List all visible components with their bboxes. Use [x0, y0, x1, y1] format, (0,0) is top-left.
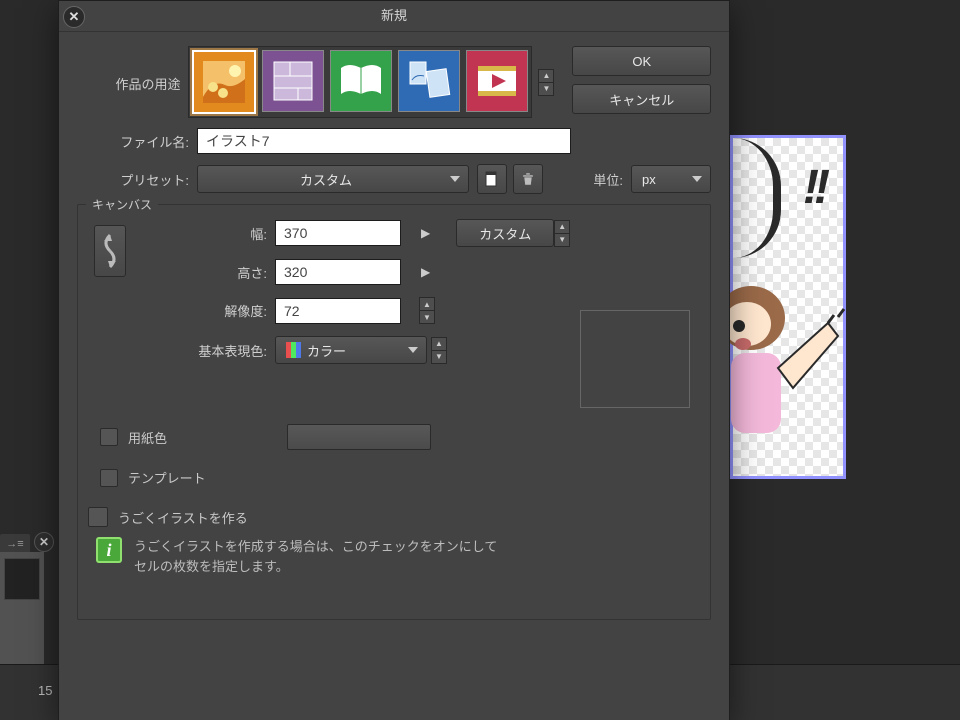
purpose-icon-book[interactable]	[330, 50, 392, 112]
chevron-down-icon	[692, 176, 702, 182]
template-label: テンプレート	[128, 468, 206, 487]
unit-value: px	[642, 172, 656, 187]
resolution-input[interactable]	[275, 298, 401, 324]
dialog-titlebar: ✕ 新規	[59, 1, 729, 32]
canvas-section-title: キャンバス	[86, 196, 158, 213]
width-swap-arrow[interactable]: ▶	[421, 226, 430, 240]
background-illustration: !!	[730, 135, 846, 479]
trash-icon	[520, 171, 536, 187]
preset-delete-button[interactable]	[513, 164, 543, 194]
purpose-scroll-spinner: ▲ ▼	[538, 69, 554, 96]
purpose-scroll-up[interactable]: ▲	[538, 69, 554, 83]
bg-character	[723, 278, 853, 478]
swap-arrows-icon	[100, 233, 120, 269]
bg-curve	[733, 138, 781, 258]
basecolor-value: カラー	[307, 341, 346, 360]
ok-button[interactable]: OK	[572, 46, 711, 76]
width-label: 幅:	[132, 224, 275, 243]
paper-color-checkbox[interactable]	[100, 428, 118, 446]
preset-dropdown[interactable]: カスタム	[197, 165, 469, 193]
width-input[interactable]	[275, 220, 401, 246]
moving-illustration-hint: うごくイラストを作成する場合は、このチェックをオンにして セルの枚数を指定します…	[134, 537, 497, 576]
basecolor-dropdown[interactable]: カラー	[275, 336, 427, 364]
unit-dropdown[interactable]: px	[631, 165, 711, 193]
height-label: 高さ:	[132, 263, 275, 282]
moving-illustration-label: うごくイラストを作る	[118, 508, 248, 527]
basecolor-down[interactable]: ▼	[431, 351, 447, 364]
purpose-label: 作品の用途	[77, 46, 188, 93]
preset-value: カスタム	[300, 170, 352, 189]
purpose-icon-comic[interactable]	[262, 50, 324, 112]
chevron-down-icon	[408, 347, 418, 353]
height-swap-arrow[interactable]: ▶	[421, 265, 430, 279]
height-input[interactable]	[275, 259, 401, 285]
filename-label: ファイル名:	[77, 132, 197, 151]
basecolor-label: 基本表現色:	[132, 341, 275, 360]
purpose-icon-list	[188, 46, 532, 118]
page-icon	[484, 171, 500, 187]
size-preset-up[interactable]: ▲	[554, 220, 570, 234]
dialog-title: 新規	[381, 8, 407, 23]
preset-register-button[interactable]	[477, 164, 507, 194]
size-preset-down[interactable]: ▼	[554, 234, 570, 247]
dialog-close-button[interactable]: ✕	[63, 6, 85, 28]
left-panel	[0, 552, 44, 664]
basecolor-up[interactable]: ▲	[431, 337, 447, 351]
left-panel-tab[interactable]: →≡	[0, 534, 30, 554]
left-panel-close-button[interactable]: ✕	[34, 532, 54, 552]
unit-label: 単位:	[593, 170, 631, 189]
new-document-dialog: ✕ 新規 作品の用途	[58, 0, 730, 720]
size-preset-value: カスタム	[479, 224, 531, 243]
color-swatch-icon	[286, 342, 301, 358]
resolution-up[interactable]: ▲	[419, 297, 435, 311]
purpose-icon-photo[interactable]	[398, 50, 460, 112]
left-panel-thumbnail[interactable]	[4, 558, 40, 600]
orientation-swap-button[interactable]	[94, 225, 126, 277]
purpose-icon-illustration[interactable]	[192, 50, 256, 114]
canvas-preview	[580, 310, 690, 408]
template-checkbox[interactable]	[100, 469, 118, 487]
cancel-button[interactable]: キャンセル	[572, 84, 711, 114]
paper-color-label: 用紙色	[128, 428, 167, 447]
size-preset-dropdown[interactable]: カスタム	[456, 219, 554, 247]
resolution-down[interactable]: ▼	[419, 311, 435, 324]
chevron-down-icon	[450, 176, 460, 182]
resolution-label: 解像度:	[132, 301, 275, 320]
preset-label: プリセット:	[77, 170, 197, 189]
canvas-section: キャンバス 幅:	[77, 204, 711, 620]
moving-illustration-checkbox[interactable]	[88, 507, 108, 527]
purpose-icon-movie[interactable]	[466, 50, 528, 112]
purpose-scroll-down[interactable]: ▼	[538, 83, 554, 96]
filename-input[interactable]	[197, 128, 571, 154]
bg-exclamation: !!	[803, 160, 825, 215]
info-icon: i	[96, 537, 122, 563]
paper-color-swatch[interactable]	[287, 424, 431, 450]
footer-page-number: 15	[38, 683, 52, 698]
